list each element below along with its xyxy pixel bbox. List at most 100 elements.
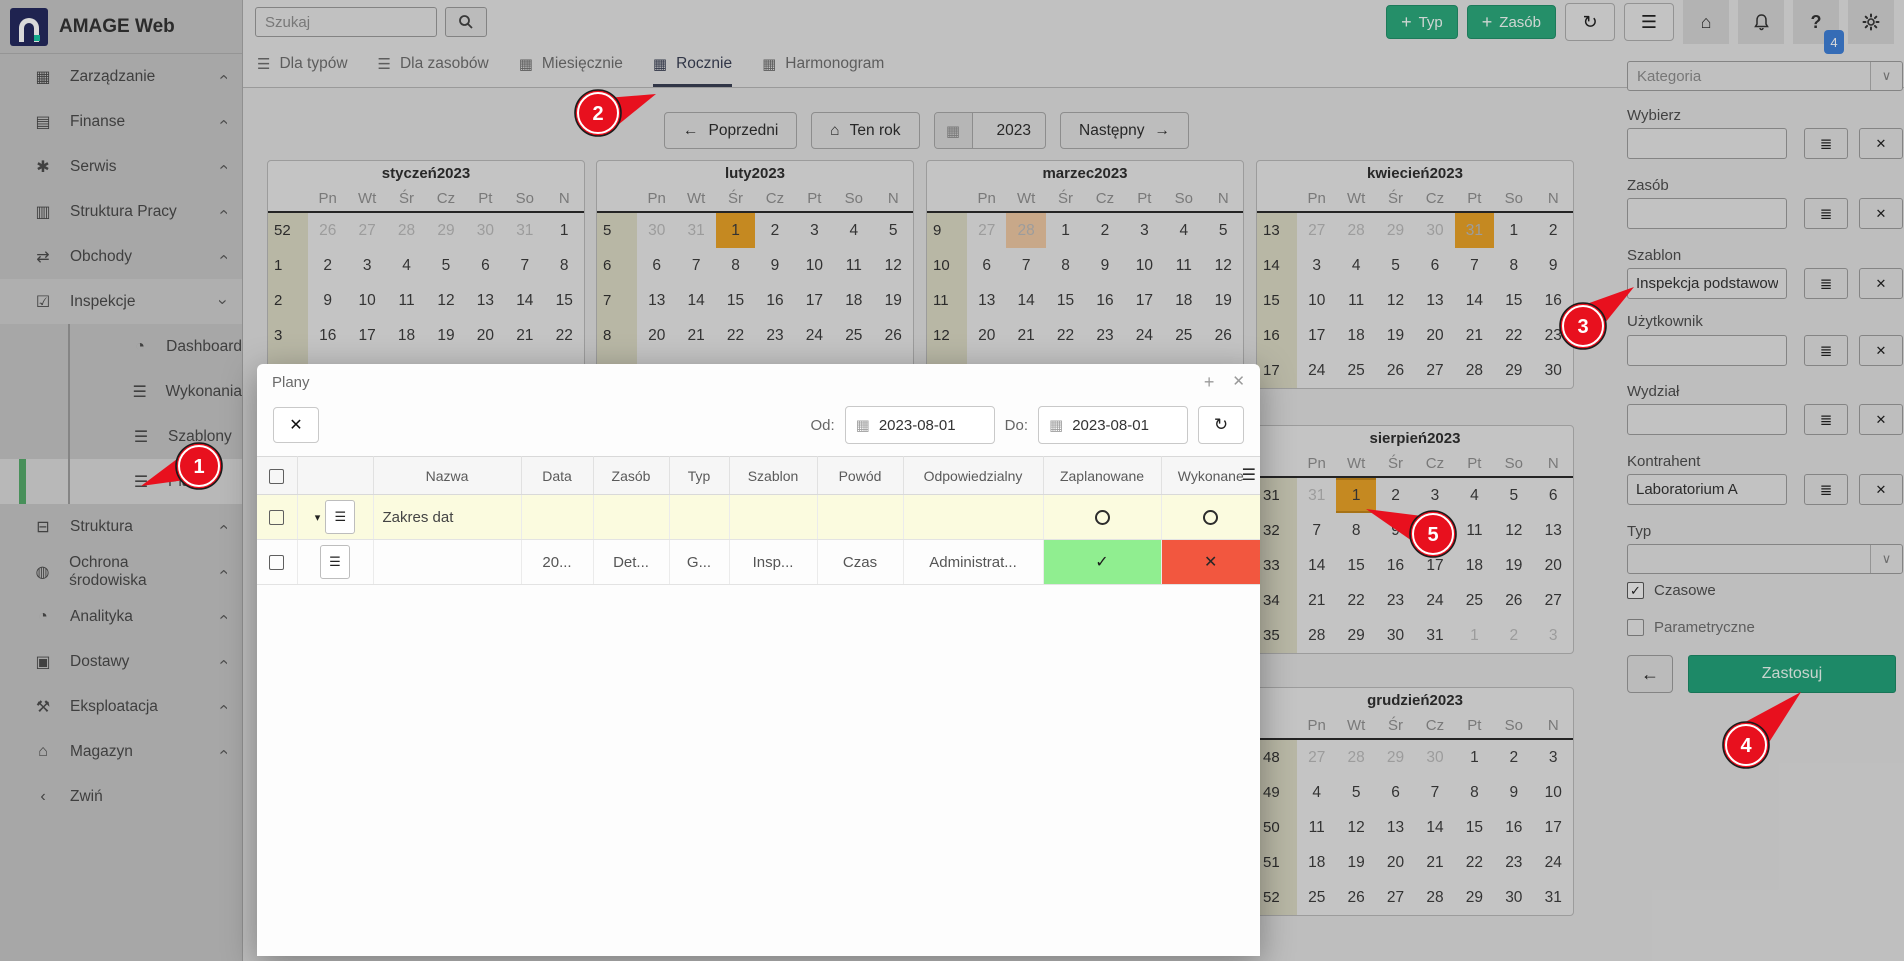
- day-cell[interactable]: 2: [1085, 213, 1124, 248]
- szablon-clear-button[interactable]: ✕: [1859, 268, 1903, 299]
- day-cell[interactable]: 21: [676, 318, 715, 353]
- wydzial-pick-button[interactable]: ≣: [1804, 404, 1848, 435]
- kontrahent-pick-button[interactable]: ≣: [1804, 474, 1848, 505]
- sidebar-item-plany[interactable]: ☰ Plany: [0, 459, 242, 504]
- day-cell[interactable]: 26: [1336, 880, 1375, 915]
- day-cell[interactable]: 25: [1455, 583, 1494, 618]
- day-cell[interactable]: 17: [1125, 283, 1164, 318]
- day-cell[interactable]: 9: [1376, 513, 1415, 548]
- day-cell[interactable]: 27: [967, 213, 1006, 248]
- day-cell[interactable]: 9: [308, 283, 347, 318]
- parametryczne-checkbox[interactable]: Parametryczne: [1627, 619, 1755, 636]
- search-button[interactable]: [445, 7, 487, 37]
- szablon-input[interactable]: [1627, 268, 1787, 299]
- day-cell[interactable]: 18: [1164, 283, 1203, 318]
- day-cell[interactable]: 23: [1494, 845, 1533, 880]
- day-cell[interactable]: 19: [874, 283, 913, 318]
- sidebar-item-ochrona-srodowiska[interactable]: ◍ Ochrona środowiska ›: [0, 549, 242, 594]
- day-cell[interactable]: 8: [1455, 775, 1494, 810]
- day-cell[interactable]: 26: [1494, 583, 1533, 618]
- day-cell[interactable]: 31: [505, 213, 544, 248]
- day-cell[interactable]: 13: [1534, 513, 1573, 548]
- day-cell[interactable]: 7: [505, 248, 544, 283]
- day-cell[interactable]: 6: [967, 248, 1006, 283]
- day-cell[interactable]: 12: [1336, 810, 1375, 845]
- day-cell[interactable]: 16: [1494, 810, 1533, 845]
- day-cell[interactable]: 16: [1376, 548, 1415, 583]
- day-cell[interactable]: 19: [1204, 283, 1243, 318]
- day-cell[interactable]: 7: [676, 248, 715, 283]
- sidebar-item-struktura[interactable]: ⊟ Struktura ›: [0, 504, 242, 549]
- day-cell[interactable]: 10: [347, 283, 386, 318]
- col-powod[interactable]: Powód: [817, 457, 903, 495]
- day-cell[interactable]: 3: [1534, 740, 1573, 775]
- day-cell[interactable]: 10: [1297, 283, 1336, 318]
- sidebar-item-finanse[interactable]: ▤ Finanse ›: [0, 99, 242, 144]
- day-cell[interactable]: 31: [1534, 880, 1573, 915]
- home-button[interactable]: ⌂: [1683, 0, 1729, 44]
- day-cell[interactable]: 27: [347, 213, 386, 248]
- wybierz-pick-button[interactable]: ≣: [1804, 128, 1848, 159]
- collapse-caret-icon[interactable]: ▾: [315, 512, 321, 524]
- day-cell[interactable]: 27: [1297, 740, 1336, 775]
- day-cell[interactable]: 28: [1336, 213, 1375, 248]
- sidebar-item-dostawy[interactable]: ▣ Dostawy ›: [0, 639, 242, 684]
- day-cell[interactable]: 21: [1006, 318, 1045, 353]
- wydzial-input[interactable]: [1627, 404, 1787, 435]
- day-cell[interactable]: 14: [1006, 283, 1045, 318]
- day-cell[interactable]: 19: [1376, 318, 1415, 353]
- row-menu-button[interactable]: ☰: [320, 545, 350, 579]
- day-cell[interactable]: 3: [347, 248, 386, 283]
- day-cell[interactable]: 14: [505, 283, 544, 318]
- day-cell[interactable]: 4: [834, 213, 873, 248]
- day-cell[interactable]: 5: [874, 213, 913, 248]
- day-cell[interactable]: 11: [1297, 810, 1336, 845]
- day-cell[interactable]: 31: [676, 213, 715, 248]
- day-cell[interactable]: 13: [466, 283, 505, 318]
- day-cell[interactable]: 17: [1534, 810, 1573, 845]
- day-cell[interactable]: 19: [426, 318, 465, 353]
- day-cell[interactable]: 30: [1534, 353, 1573, 388]
- kontrahent-input[interactable]: [1627, 474, 1787, 505]
- day-cell[interactable]: 1: [1494, 213, 1533, 248]
- day-cell[interactable]: 3: [1125, 213, 1164, 248]
- day-cell[interactable]: 25: [1297, 880, 1336, 915]
- day-cell[interactable]: 8: [1494, 248, 1533, 283]
- day-cell[interactable]: 5: [1336, 775, 1375, 810]
- day-cell[interactable]: 22: [545, 318, 584, 353]
- sidebar-item-analityka[interactable]: ◔ Analityka ›: [0, 594, 242, 639]
- day-cell[interactable]: 19: [1336, 845, 1375, 880]
- day-cell[interactable]: 15: [545, 283, 584, 318]
- day-cell[interactable]: 16: [1085, 283, 1124, 318]
- day-cell[interactable]: 2: [1534, 213, 1573, 248]
- sidebar-item-dashboard[interactable]: ◔ Dashboard: [0, 324, 242, 369]
- zasob-pick-button[interactable]: ≣: [1804, 198, 1848, 229]
- day-cell[interactable]: 26: [1204, 318, 1243, 353]
- day-cell[interactable]: 2: [755, 213, 794, 248]
- day-cell[interactable]: 11: [1455, 513, 1494, 548]
- day-cell[interactable]: 15: [1494, 283, 1533, 318]
- day-cell[interactable]: 13: [1376, 810, 1415, 845]
- zasob-input[interactable]: [1627, 198, 1787, 229]
- day-cell[interactable]: 12: [1494, 513, 1533, 548]
- sidebar-item-eksploatacja[interactable]: ⚒ Eksploatacja ›: [0, 684, 242, 729]
- day-cell[interactable]: 22: [1046, 318, 1085, 353]
- day-cell[interactable]: 14: [1455, 283, 1494, 318]
- day-cell[interactable]: 27: [1534, 583, 1573, 618]
- day-cell[interactable]: 21: [505, 318, 544, 353]
- day-cell[interactable]: 21: [1297, 583, 1336, 618]
- day-cell[interactable]: 2: [1494, 740, 1533, 775]
- day-cell[interactable]: 30: [1376, 618, 1415, 653]
- day-cell[interactable]: 24: [1415, 583, 1454, 618]
- day-cell[interactable]: 17: [795, 283, 834, 318]
- day-cell[interactable]: 4: [1336, 248, 1375, 283]
- sidebar-item-magazyn[interactable]: ⌂ Magazyn ›: [0, 729, 242, 774]
- day-cell[interactable]: 10: [1125, 248, 1164, 283]
- day-cell[interactable]: 30: [1415, 740, 1454, 775]
- col-typ[interactable]: Typ: [669, 457, 729, 495]
- day-cell[interactable]: 24: [1125, 318, 1164, 353]
- refresh-button[interactable]: ↻: [1565, 3, 1615, 41]
- day-cell[interactable]: 16: [755, 283, 794, 318]
- tab-harmonogram[interactable]: ▦ Harmonogram: [762, 44, 884, 87]
- day-cell[interactable]: 29: [1376, 740, 1415, 775]
